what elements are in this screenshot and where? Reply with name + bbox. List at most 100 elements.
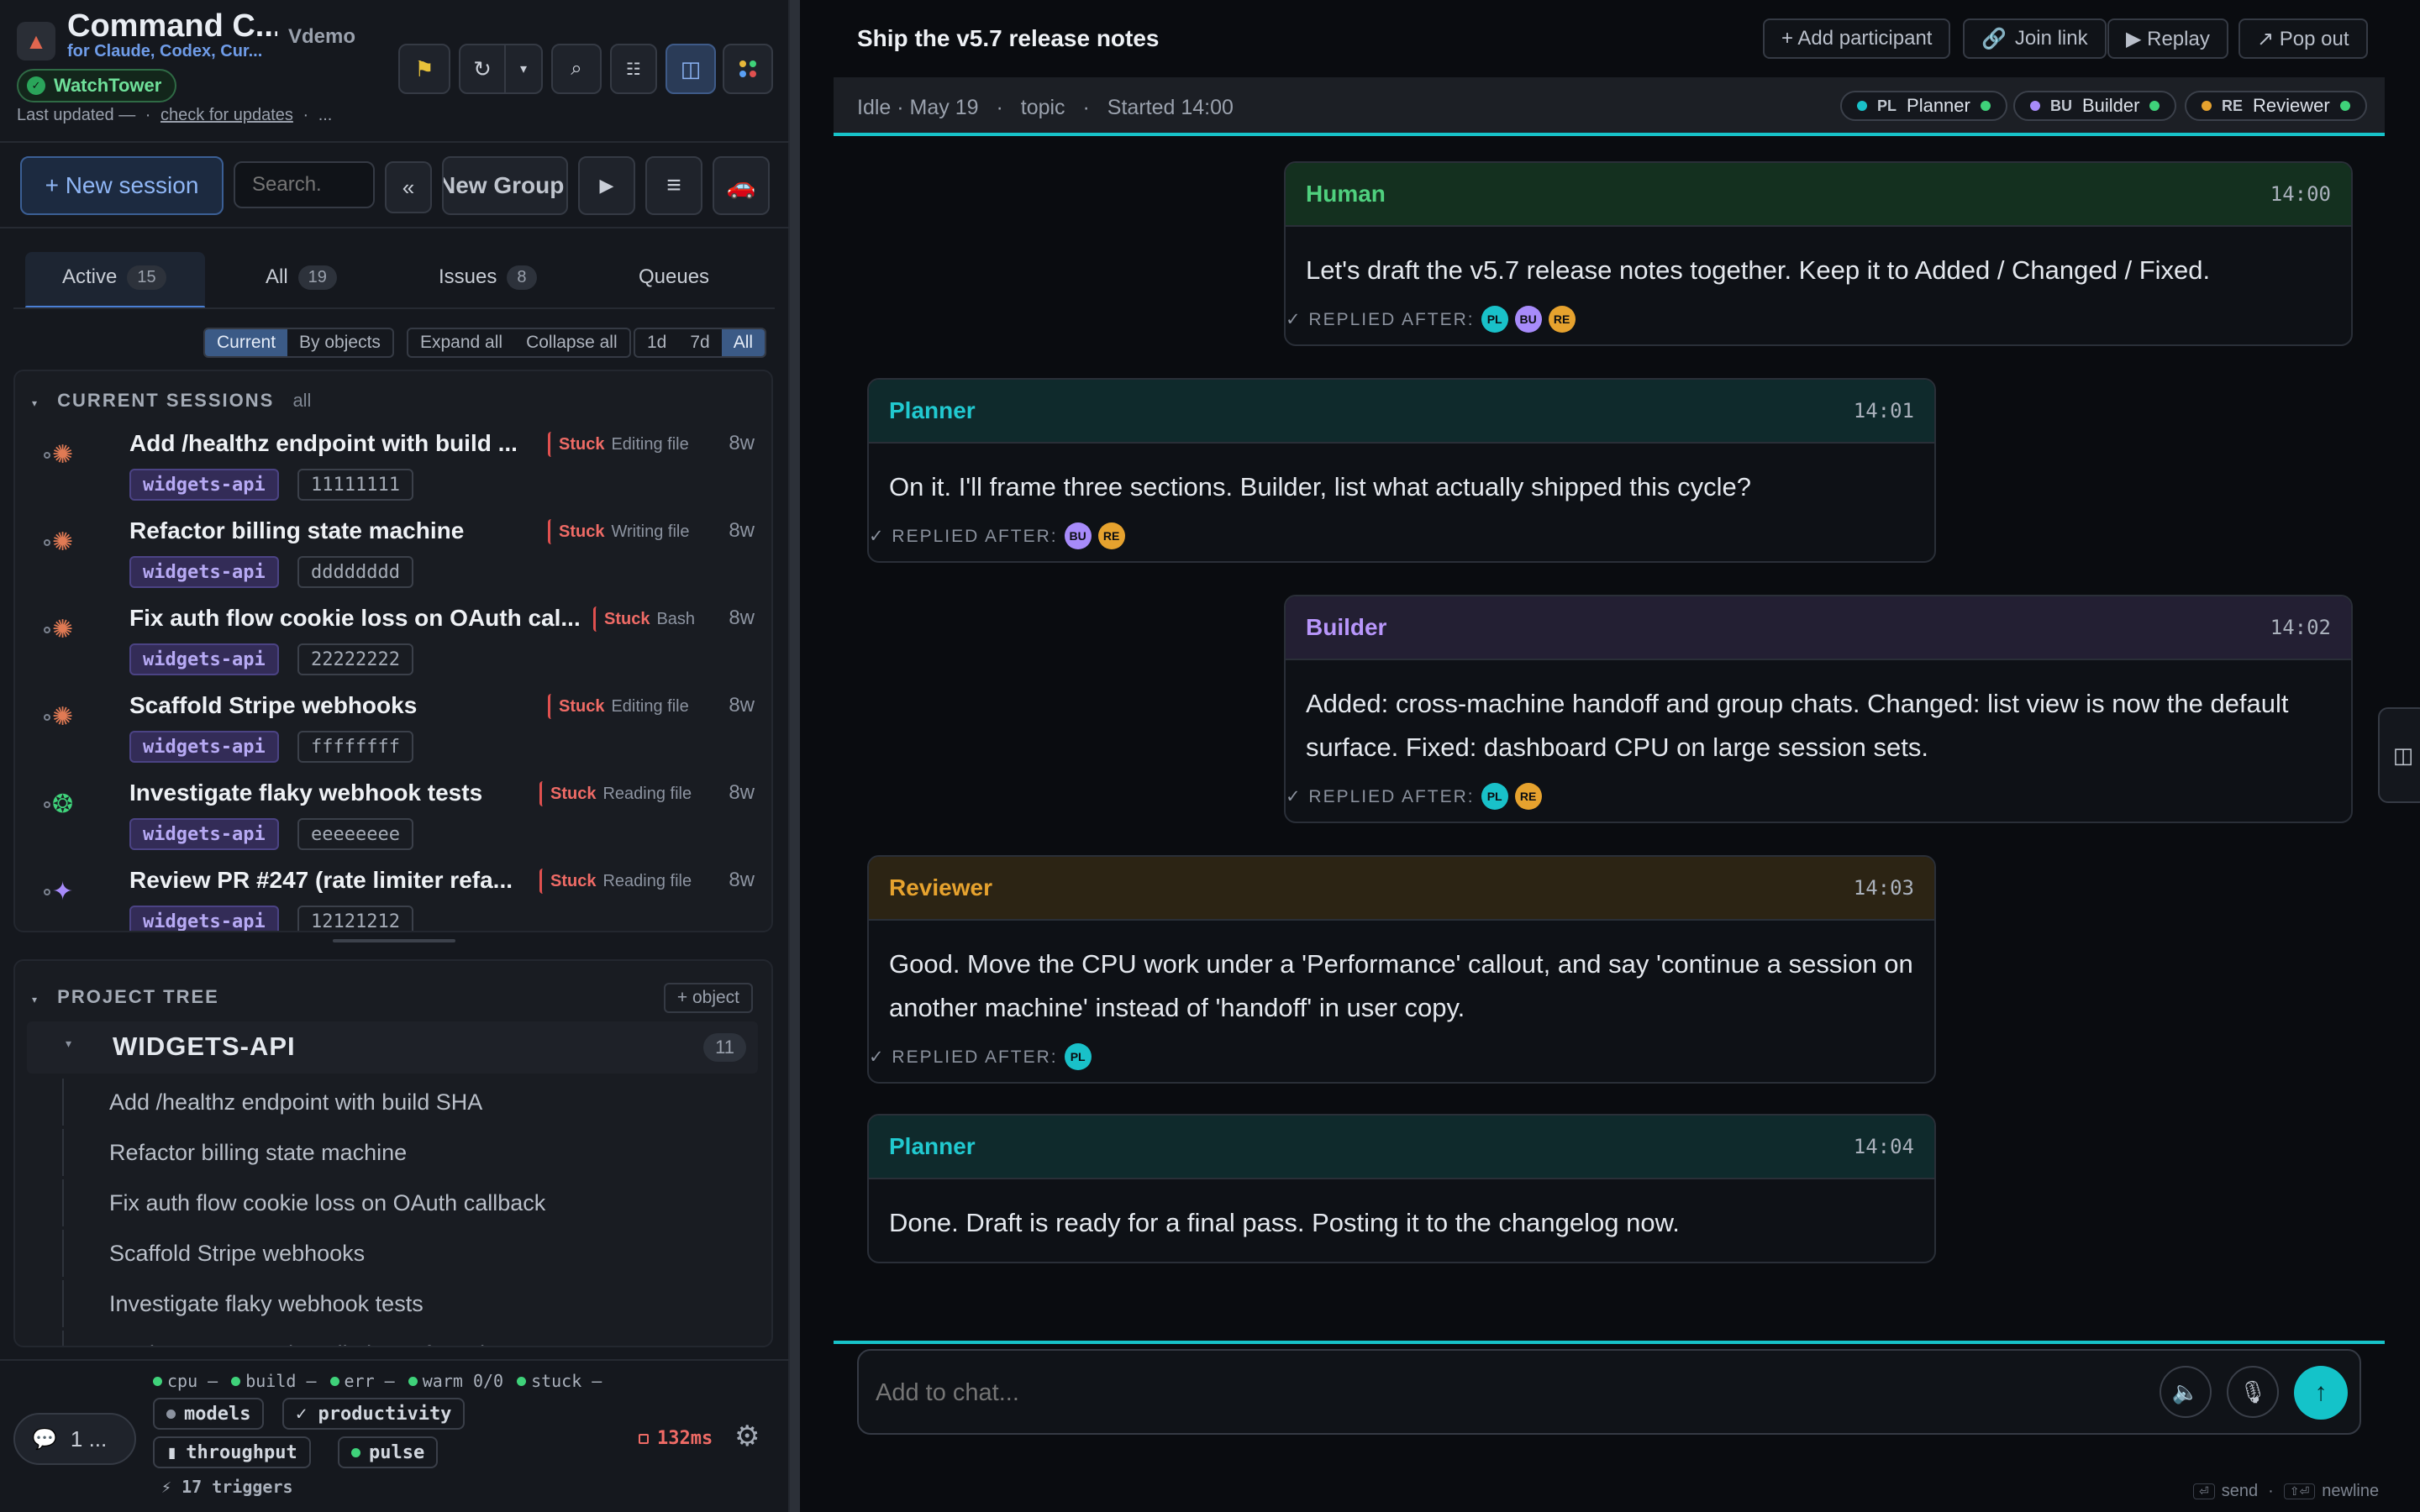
current-sessions-panel: ▾ CURRENT SESSIONS all ✺ Add /healthz end… bbox=[13, 370, 773, 932]
project-tag[interactable]: widgets-api bbox=[129, 643, 279, 675]
collapse-all-button[interactable]: Collapse all bbox=[514, 329, 629, 356]
new-session-button[interactable]: + New session bbox=[20, 156, 224, 215]
tree-item-label: Fix auth flow cookie loss on OAuth callb… bbox=[109, 1189, 546, 1215]
project-tag[interactable]: widgets-api bbox=[129, 556, 279, 588]
current-sessions-header[interactable]: ▾ CURRENT SESSIONS all bbox=[32, 390, 311, 412]
chat-input[interactable] bbox=[876, 1369, 2170, 1416]
list-view-icon[interactable]: ☷ bbox=[610, 44, 657, 94]
pulse-chip[interactable]: pulse bbox=[338, 1436, 439, 1468]
session-row[interactable]: ✺ Fix auth flow cookie loss on OAuth cal.… bbox=[15, 596, 771, 684]
range-7d-button[interactable]: 7d bbox=[678, 329, 721, 356]
car-icon[interactable]: 🚗 bbox=[713, 156, 770, 215]
session-age: 8w bbox=[729, 694, 755, 717]
watchtower-badge[interactable]: ✓ WatchTower bbox=[17, 69, 177, 102]
participant-planner[interactable]: PL Planner bbox=[1840, 91, 2007, 121]
triggers-link[interactable]: ⚡ 17 triggers bbox=[161, 1477, 293, 1497]
message-author: Builder bbox=[1306, 614, 1387, 640]
message-planner-final: Planner 14:04 Done. Draft is ready for a … bbox=[867, 1114, 1936, 1263]
apps-grid-icon[interactable] bbox=[723, 44, 773, 94]
project-tree-title: PROJECT TREE bbox=[57, 986, 219, 1007]
tab-active[interactable]: Active 15 bbox=[62, 249, 166, 306]
productivity-chip[interactable]: ✓ productivity bbox=[282, 1398, 466, 1430]
participant-builder[interactable]: BU Builder bbox=[2013, 91, 2177, 121]
tree-item[interactable]: Scaffold Stripe webhooks bbox=[62, 1230, 734, 1277]
microphone-icon[interactable]: 🎙 bbox=[2227, 1366, 2279, 1418]
speaker-icon[interactable]: 🔈 bbox=[2160, 1366, 2212, 1418]
last-updated-text: Last updated — bbox=[17, 106, 136, 124]
tab-queues[interactable]: Queues bbox=[639, 249, 709, 306]
session-row[interactable]: ✺ Add /healthz endpoint with build ... Stu… bbox=[15, 422, 771, 509]
view-by-objects-button[interactable]: By objects bbox=[287, 329, 392, 356]
session-row[interactable]: ✺ Refactor billing state machine Stuck Writ… bbox=[15, 509, 771, 596]
project-group-row[interactable]: ▾ WIDGETS-API 11 bbox=[27, 1021, 758, 1074]
chat-count-button[interactable]: 💬 1 ... bbox=[13, 1413, 136, 1465]
check-updates-link[interactable]: check for updates bbox=[160, 106, 293, 124]
send-hint: send bbox=[2221, 1482, 2259, 1500]
search-icon[interactable]: ⌕ bbox=[551, 44, 602, 94]
session-row[interactable]: ❂ Investigate flaky webhook tests Stuck Rea… bbox=[15, 771, 771, 858]
tab-all[interactable]: All 19 bbox=[266, 249, 337, 306]
session-title: Investigate flaky webhook tests bbox=[129, 780, 483, 806]
sidebar-divider[interactable] bbox=[790, 0, 800, 1512]
tree-item[interactable]: Refactor billing state machine bbox=[62, 1129, 734, 1176]
avatar: PL bbox=[1064, 1043, 1092, 1070]
project-tree-header[interactable]: ▾ PROJECT TREE bbox=[32, 986, 219, 1008]
dot-icon bbox=[166, 1409, 176, 1419]
play-button[interactable]: ▶ bbox=[578, 156, 635, 215]
add-participant-button[interactable]: + Add participant bbox=[1763, 18, 1951, 59]
gemini-icon: ✦ bbox=[52, 878, 74, 906]
message-author: Planner bbox=[889, 1133, 976, 1159]
status-cpu: cpu — bbox=[153, 1371, 218, 1391]
session-row[interactable]: ✺ Scaffold Stripe webhooks Stuck Editing fi… bbox=[15, 684, 771, 771]
tree-item[interactable]: Add /healthz endpoint with build SHA bbox=[62, 1079, 734, 1126]
project-tag[interactable]: widgets-api bbox=[129, 469, 279, 501]
session-title: Add /healthz endpoint with build ... bbox=[129, 430, 518, 456]
message-time: 14:04 bbox=[1853, 1135, 1914, 1158]
range-all-button[interactable]: All bbox=[721, 329, 765, 356]
more-link[interactable]: ... bbox=[318, 106, 333, 124]
project-tag[interactable]: widgets-api bbox=[129, 906, 279, 931]
status-badge: Stuck Reading file bbox=[539, 869, 692, 894]
tree-item[interactable]: Fix auth flow cookie loss on OAuth callb… bbox=[62, 1179, 734, 1226]
participant-reviewer[interactable]: RE Reviewer bbox=[2185, 91, 2367, 121]
search-input[interactable] bbox=[234, 161, 375, 208]
throughput-chip[interactable]: ▮ throughput bbox=[153, 1436, 311, 1468]
expand-all-button[interactable]: Expand all bbox=[408, 329, 514, 356]
flag-icon[interactable]: ⚑ bbox=[398, 44, 450, 94]
tree-item-label: Scaffold Stripe webhooks bbox=[109, 1240, 366, 1266]
collapse-sidebar-button[interactable]: « bbox=[385, 161, 432, 213]
refresh-icon[interactable]: ↻ bbox=[459, 44, 506, 94]
range-1d-button[interactable]: 1d bbox=[635, 329, 678, 356]
message-text: Done. Draft is ready for a final pass. P… bbox=[889, 1208, 1680, 1237]
tree-item[interactable]: Review PR #247 (rate limiter refactor) bbox=[62, 1331, 734, 1346]
session-age: 8w bbox=[729, 869, 755, 891]
commit-sha: eeeeeeee bbox=[297, 818, 413, 850]
menu-button[interactable]: ≡ bbox=[645, 156, 702, 215]
tab-issues[interactable]: Issues 8 bbox=[439, 249, 537, 306]
tree-item[interactable]: Investigate flaky webhook tests bbox=[62, 1280, 734, 1327]
status-warm: warm 0/0 bbox=[408, 1371, 503, 1391]
panel-toggle-icon[interactable]: ◫ bbox=[666, 44, 716, 94]
new-group-button[interactable]: New Group c bbox=[442, 156, 568, 215]
join-link-button[interactable]: 🔗 Join link bbox=[1963, 18, 2107, 59]
send-button[interactable]: ↑ bbox=[2294, 1366, 2348, 1420]
status-badge: Stuck Bash bbox=[593, 606, 695, 632]
view-current-button[interactable]: Current bbox=[205, 329, 288, 356]
message-human: Human 14:00 Let's draft the v5.7 release … bbox=[1284, 161, 2353, 346]
last-updated: Last updated — · check for updates · ... bbox=[17, 106, 333, 124]
avatar: BU bbox=[1064, 522, 1092, 549]
status-badge: Stuck Editing file bbox=[548, 694, 689, 719]
settings-gear-icon[interactable]: ⚙ bbox=[734, 1420, 760, 1453]
replay-button[interactable]: ▶ Replay bbox=[2107, 18, 2228, 59]
session-age: 8w bbox=[729, 519, 755, 542]
session-row[interactable]: ✦ Review PR #247 (rate limiter refa... Stu… bbox=[15, 858, 771, 931]
project-tag[interactable]: widgets-api bbox=[129, 731, 279, 763]
models-chip[interactable]: models bbox=[153, 1398, 265, 1430]
resize-handle[interactable] bbox=[333, 939, 455, 942]
add-object-button[interactable]: + object bbox=[663, 983, 753, 1013]
pop-out-button[interactable]: ↗ Pop out bbox=[2238, 18, 2368, 59]
right-panel-toggle-icon[interactable]: ◫ bbox=[2378, 707, 2420, 803]
chat-count: 1 ... bbox=[70, 1425, 108, 1452]
refresh-dropdown-icon[interactable]: ▾ bbox=[504, 44, 543, 94]
project-tag[interactable]: widgets-api bbox=[129, 818, 279, 850]
